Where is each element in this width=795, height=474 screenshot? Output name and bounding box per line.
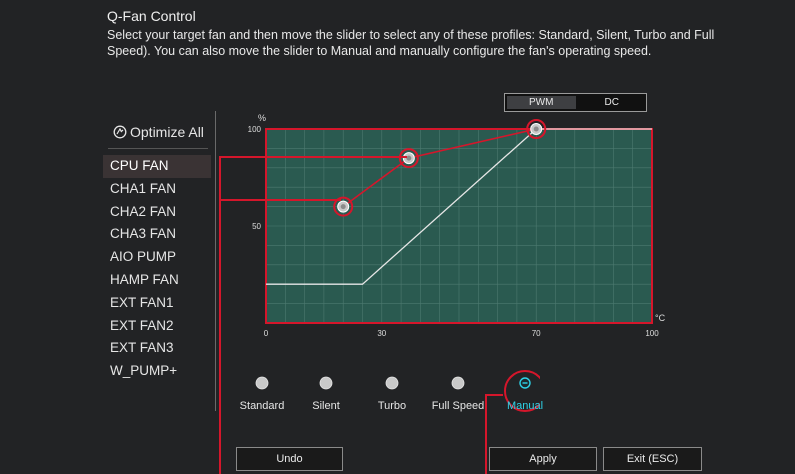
optimize-all-label: Optimize All [130,124,204,140]
profile-label-standard[interactable]: Standard [240,400,285,412]
y-unit-label: % [258,113,266,123]
slider-stop-silent[interactable] [319,376,333,390]
profile-label-manual[interactable]: Manual [507,400,543,412]
undo-button[interactable]: Undo [236,447,343,471]
fan-item-w-pump[interactable]: W_PUMP+ [103,360,211,383]
fan-list: CPU FAN CHA1 FAN CHA2 FAN CHA3 FAN AIO P… [103,155,211,383]
control-point-center [406,155,412,161]
fan-item-cha3-fan[interactable]: CHA3 FAN [103,223,211,246]
control-point-center [533,126,539,132]
callout-line-to-point-2 [219,156,407,158]
optimize-all-button[interactable]: Optimize All [113,124,204,140]
callout-line-manual-vertical [485,394,487,474]
fan-item-cha2-fan[interactable]: CHA2 FAN [103,201,211,224]
fan-item-hamp-fan[interactable]: HAMP FAN [103,269,211,292]
slider-stop-standard[interactable] [255,376,269,390]
fan-curve-chart[interactable]: % °C 100 50 0 30 70 100 [237,105,667,345]
fan-item-cha1-fan[interactable]: CHA1 FAN [103,178,211,201]
y-tick-label: 50 [252,222,261,231]
apply-button[interactable]: Apply [489,447,597,471]
sidebar-divider [215,111,216,411]
x-tick-label: 30 [377,329,386,338]
x-tick-label: 70 [532,329,541,338]
slider-stop-turbo[interactable] [385,376,399,390]
fan-item-ext-fan3[interactable]: EXT FAN3 [103,337,211,360]
fan-item-ext-fan1[interactable]: EXT FAN1 [103,292,211,315]
x-tick-label: 100 [645,329,659,338]
fan-item-cpu-fan[interactable]: CPU FAN [103,155,211,178]
x-unit-label: °C [655,313,666,323]
exit-button[interactable]: Exit (ESC) [603,447,702,471]
callout-line-manual-horizontal [485,394,503,396]
control-point-center [340,204,346,210]
profile-label-turbo[interactable]: Turbo [378,400,406,412]
profile-label-full-speed[interactable]: Full Speed [432,400,485,412]
optimize-icon [113,125,127,139]
y-tick-label: 100 [248,125,262,134]
window-title: Q-Fan Control [107,8,196,24]
optimize-divider [108,148,208,149]
slider-stop-full-speed[interactable] [451,376,465,390]
profile-label-silent[interactable]: Silent [312,400,340,412]
fan-item-ext-fan2[interactable]: EXT FAN2 [103,315,211,338]
callout-line-vertical-left [219,156,221,474]
callout-line-to-point-1 [219,199,341,201]
instructions-text: Select your target fan and then move the… [107,28,715,58]
x-tick-label: 0 [264,329,269,338]
fan-item-aio-pump[interactable]: AIO PUMP [103,246,211,269]
